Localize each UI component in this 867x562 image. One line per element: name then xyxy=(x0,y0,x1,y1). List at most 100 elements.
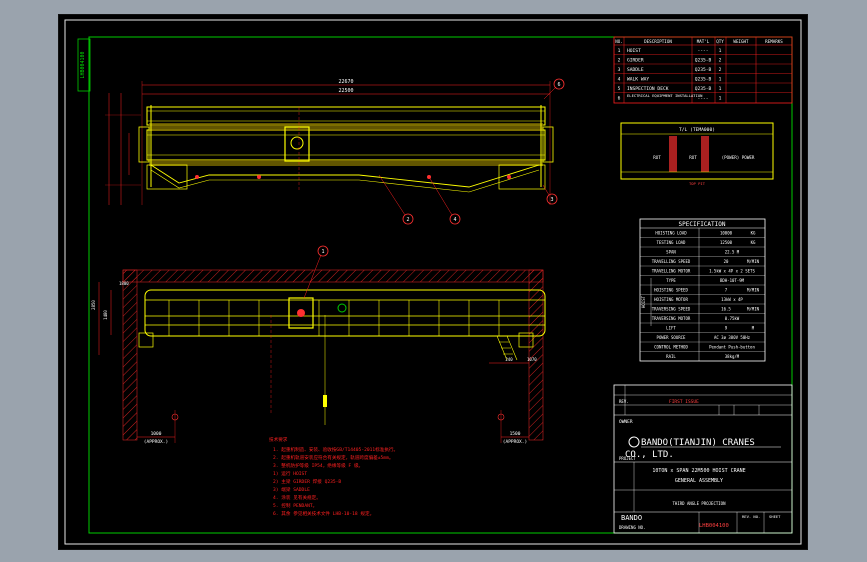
drawing-label: SHEET xyxy=(769,514,781,519)
spec-value: 10000 xyxy=(720,230,733,235)
drawing-label: ROT xyxy=(653,155,661,160)
spec-key: TRAVERSING SPEED xyxy=(652,306,691,311)
drawing-line xyxy=(149,160,543,166)
drawing-label: ---- xyxy=(697,97,708,102)
drawing-label: LHB004100 xyxy=(80,51,86,78)
drawing-label: THIRD ANGLE PROJECTION xyxy=(673,501,727,506)
drawing-label: (POWER) POWER xyxy=(722,155,755,160)
spec-value: 12500 xyxy=(720,240,733,245)
drawing-line xyxy=(150,164,540,188)
drawing-line xyxy=(146,106,546,126)
title-block: FIRST ISSUE REV. OWNER BANDO(TIANJIN) CR… xyxy=(613,384,793,534)
spec-value: BDH-10T-9M xyxy=(720,278,745,283)
drawing-label: 1 xyxy=(719,96,722,102)
drawing-label: HOIST xyxy=(641,295,646,308)
drawing-label: TOP PIT xyxy=(689,181,706,186)
drawing-label: 1800 xyxy=(119,281,129,286)
section-view: T/L (TEMA000) ROT ROT (POWER) POWER TOP … xyxy=(620,122,774,186)
spec-key: HOISTING MOTOR xyxy=(654,297,688,302)
drawing-label: Q235-B xyxy=(695,67,712,73)
spec-key: SPAN xyxy=(666,249,676,254)
drawing-label: 1. 起重机制造、安装、验收按GB/T14405-2011标准执行。 xyxy=(273,446,398,453)
spec-unit: KG xyxy=(751,240,756,245)
drawing-label: 3 xyxy=(550,197,553,203)
drawing-label: REV. xyxy=(619,399,629,404)
spec-value: 0.75kW xyxy=(725,316,740,321)
spec-key: TESTING LOAD xyxy=(657,240,686,245)
drawing-label: 5. 控制 PENDANT。 xyxy=(273,502,317,509)
drawing-label: PROJECT xyxy=(619,456,636,461)
drawing-label: 2) 主梁 GIRDER 焊接 Q235-B xyxy=(273,478,341,485)
drawing-label: 1 xyxy=(618,48,621,54)
drawing-label: Q235-B xyxy=(695,86,712,92)
brand-label: BANDO xyxy=(621,514,642,522)
drawing-label: ELECTRICAL EQUIPMENT INSTALLATION xyxy=(627,93,703,98)
drawing-label: HOIST xyxy=(627,48,641,54)
drawing-line xyxy=(149,123,543,131)
elevation-view: 22670 22500 6 2 4 3 xyxy=(105,78,565,225)
bill-of-materials: NO. DESCRIPTION MAT'L QTY WEIGHT REMARKS… xyxy=(613,36,793,104)
drawing-label: DESCRIPTION xyxy=(644,39,672,44)
drawing-line xyxy=(337,303,347,313)
dim-left: 1000 xyxy=(151,431,162,437)
drawing-line xyxy=(507,175,511,179)
spec-key: TRAVELLING SPEED xyxy=(652,259,691,264)
spec-unit: M/MIN xyxy=(747,259,760,264)
spec-key: TRAVERSING MOTOR xyxy=(652,316,691,321)
technical-notes: 技术要求 1. 起重机制造、安装、验收按GB/T14405-2011标准执行。 … xyxy=(269,436,398,517)
drawing-label: MAT'L xyxy=(697,39,710,44)
drawing-line xyxy=(146,164,188,190)
drawing-line xyxy=(701,136,709,172)
drawing-label: 2 xyxy=(406,217,409,223)
drawing-line xyxy=(669,136,677,172)
spec-value: 16.5 xyxy=(721,306,731,311)
drawing-label: 1 xyxy=(719,86,722,92)
drawing-label: WEIGHT xyxy=(733,39,749,44)
drawing-label: 6 xyxy=(618,96,621,102)
spec-key: TRAVELLING MOTOR xyxy=(652,268,691,273)
drawing-label: 4. 涂装 见有关规定。 xyxy=(273,494,321,501)
drawing-label: FIRST ISSUE xyxy=(669,399,699,405)
spec-value: 22.5 M xyxy=(725,249,740,254)
drawing-label: 1 xyxy=(719,77,722,83)
spec-value: 1.5kW x 4P x 2 SETS xyxy=(709,268,755,273)
drawing-label: OWNER xyxy=(619,419,633,425)
drawing-line xyxy=(542,184,550,196)
spec-value: Pendant Push-button xyxy=(709,344,755,349)
drawing-label: Q235-B xyxy=(695,77,712,83)
drawing-label: REMARKS xyxy=(765,39,783,44)
spec-key: HOISTING SPEED xyxy=(654,287,688,292)
dim-right: 1500 xyxy=(510,431,521,437)
drawing-label: Q235-B xyxy=(695,58,712,64)
drawing-title-1: 10TON x SPAN 22M500 HOIST CRANE xyxy=(652,468,745,474)
drawing-label: 2850 xyxy=(91,300,96,310)
drawing-label: 4 xyxy=(453,217,456,223)
spec-unit: M/MIN xyxy=(747,287,760,292)
spec-value: 7 xyxy=(725,287,728,292)
drawing-label: 240 xyxy=(505,357,513,362)
drawing-line xyxy=(290,136,304,150)
drawing-label: 1 xyxy=(719,48,722,54)
drawing-label: NO. xyxy=(615,39,623,44)
drawing-line xyxy=(195,175,199,179)
drawing-label: REV. NO. xyxy=(742,514,760,519)
drawing-line xyxy=(378,174,406,216)
spec-value: 9 xyxy=(725,325,728,330)
spec-key: CONTROL METHOD xyxy=(654,344,688,349)
spec-key: TYPE xyxy=(666,278,676,283)
spec-unit: KG xyxy=(751,230,756,235)
drawing-label: DRAWING NO. xyxy=(619,525,646,530)
drawing-label: 技术要求 xyxy=(269,436,288,443)
spec-title: SPECIFICATION xyxy=(679,221,726,228)
drawing-line xyxy=(146,129,546,161)
drawing-label: 3) 端梁 SADDLE xyxy=(273,486,310,493)
drawing-label: 1 xyxy=(321,249,324,255)
spec-value: 20 xyxy=(724,259,729,264)
drawing-label: 6 xyxy=(557,82,560,88)
drawing-label: (APPROX.) xyxy=(503,439,527,445)
spec-unit: M/MIN xyxy=(747,306,760,311)
spec-value: 13kW x 4P xyxy=(721,297,743,302)
drawing-label: 6. 其余 参见相关技术文件 LHB-10-18 规定。 xyxy=(273,510,374,517)
spec-key: HOISTING LOAD xyxy=(655,230,687,235)
drawing-label: 2 xyxy=(719,67,722,73)
